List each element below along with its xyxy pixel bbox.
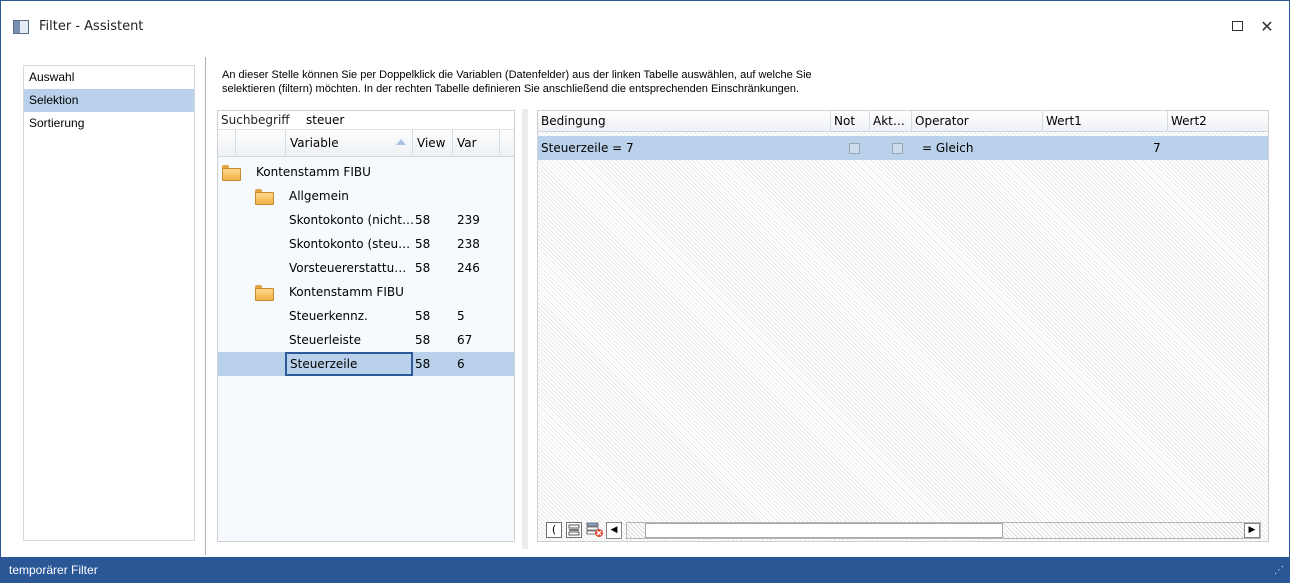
delete-row-icon — [586, 522, 603, 537]
variable-view: 58 — [415, 261, 431, 275]
variable-view: 58 — [415, 213, 431, 227]
sort-ascending-icon — [396, 139, 406, 145]
variable-view: 58 — [415, 309, 431, 323]
tree-row-label: Kontenstamm FIBU — [289, 285, 404, 299]
condition-panel: Bedingung Not Akt… Operator Wert1 Wert2 … — [537, 110, 1269, 542]
variable-name: Steuerzeile — [285, 352, 413, 376]
not-checkbox[interactable] — [849, 143, 860, 154]
variable-row-selected[interactable]: Steuerzeile 58 6 — [218, 352, 514, 376]
scroll-left-button[interactable]: ◀ — [606, 522, 622, 539]
scrollbar-thumb[interactable] — [645, 523, 1003, 538]
nav-item-sortierung[interactable]: Sortierung — [24, 112, 194, 135]
condition-wert1: 7 — [1153, 141, 1161, 155]
column-header-akt[interactable]: Akt… — [870, 111, 912, 132]
variable-row[interactable]: Skontokonto (steu… 58 238 — [218, 232, 514, 256]
variable-grid-header: Variable View Var — [218, 130, 514, 157]
column-header-not[interactable]: Not — [831, 111, 870, 132]
folder-icon — [255, 285, 274, 301]
parenthesis-button[interactable]: ( — [546, 522, 562, 538]
step-navigation: Auswahl Selektion Sortierung — [23, 65, 195, 541]
variable-var: 238 — [457, 237, 480, 251]
variable-name: Skontokonto (nicht… — [289, 213, 413, 227]
variable-panel: Suchbegriff Variable View Var Kontenstam… — [217, 110, 515, 542]
status-bar: temporärer Filter ⋰ — [1, 557, 1289, 583]
status-text: temporärer Filter — [9, 563, 98, 577]
group-button[interactable] — [566, 522, 582, 538]
maximize-button[interactable] — [1225, 15, 1249, 39]
column-header-variable-label: Variable — [290, 136, 339, 150]
search-label: Suchbegriff — [221, 113, 290, 127]
condition-grid-header: Bedingung Not Akt… Operator Wert1 Wert2 — [538, 111, 1268, 132]
folder-icon — [255, 189, 274, 205]
variable-view: 58 — [415, 357, 431, 371]
tree-row[interactable]: Kontenstamm FIBU — [218, 280, 514, 304]
column-header-view[interactable]: View — [413, 130, 453, 157]
tree-row[interactable]: Kontenstamm FIBU — [218, 160, 514, 184]
aktiv-checkbox[interactable] — [892, 143, 903, 154]
condition-toolbar: ( ◀ ▶ — [538, 517, 1268, 541]
column-header-variable[interactable]: Variable — [286, 130, 413, 157]
variable-var: 246 — [457, 261, 480, 275]
column-header-operator[interactable]: Operator — [912, 111, 1043, 132]
variable-var: 6 — [457, 357, 465, 371]
condition-bedingung: Steuerzeile = 7 — [541, 141, 634, 155]
variable-name: Skontokonto (steu… — [289, 237, 411, 251]
column-header-var[interactable]: Var — [453, 130, 500, 157]
variable-var: 5 — [457, 309, 465, 323]
resize-grip-icon[interactable]: ⋰ — [1274, 565, 1284, 576]
variable-name: Vorsteuererstattu… — [289, 261, 407, 275]
close-icon: ✕ — [1260, 17, 1274, 36]
delete-condition-button[interactable] — [586, 522, 603, 538]
variable-name: Steuerkennz. — [289, 309, 368, 323]
vertical-divider — [205, 57, 206, 555]
search-input[interactable] — [306, 112, 512, 128]
window-title: Filter - Assistent — [39, 19, 144, 34]
variable-row[interactable]: Steuerkennz. 58 5 — [218, 304, 514, 328]
nav-item-selektion[interactable]: Selektion — [24, 89, 194, 112]
maximize-icon — [1231, 20, 1243, 31]
variable-view: 58 — [415, 333, 431, 347]
condition-operator: = Gleich — [922, 141, 974, 155]
instruction-line-1: An dieser Stelle können Sie per Doppelkl… — [222, 69, 812, 81]
variable-row[interactable]: Steuerleiste 58 67 — [218, 328, 514, 352]
variable-name: Steuerleiste — [289, 333, 362, 347]
variable-row[interactable]: Vorsteuererstattu… 58 246 — [218, 256, 514, 280]
column-header-wert1[interactable]: Wert1 — [1043, 111, 1168, 132]
variable-view: 58 — [415, 237, 431, 251]
app-window-icon — [13, 20, 29, 34]
tree-row-label: Allgemein — [289, 189, 349, 203]
group-icon — [568, 524, 580, 536]
nav-item-auswahl[interactable]: Auswahl — [24, 66, 194, 89]
header-tree-cell — [236, 130, 286, 157]
search-row: Suchbegriff — [218, 111, 514, 130]
tree-row[interactable]: Allgemein — [218, 184, 514, 208]
folder-icon — [222, 165, 241, 181]
close-button[interactable]: ✕ — [1255, 15, 1279, 39]
condition-row[interactable]: Steuerzeile = 7 = Gleich 7 — [538, 136, 1268, 160]
column-header-bedingung[interactable]: Bedingung — [538, 111, 831, 132]
horizontal-scrollbar[interactable]: ▶ — [626, 522, 1261, 539]
column-header-wert2[interactable]: Wert2 — [1168, 111, 1268, 132]
variable-var: 239 — [457, 213, 480, 227]
instruction-text: An dieser Stelle können Sie per Doppelkl… — [222, 68, 1262, 96]
title-bar: Filter - Assistent ✕ — [1, 1, 1289, 53]
header-indicator-cell — [218, 130, 236, 157]
panel-splitter[interactable] — [522, 109, 528, 549]
variable-var: 67 — [457, 333, 473, 347]
instruction-line-2: selektieren (filtern) möchten. In der re… — [222, 83, 800, 95]
scroll-right-button[interactable]: ▶ — [1244, 523, 1260, 538]
tree-row-label: Kontenstamm FIBU — [256, 165, 371, 179]
filter-assistant-window: Filter - Assistent ✕ Auswahl Selektion S… — [0, 0, 1290, 583]
variable-row[interactable]: Skontokonto (nicht… 58 239 — [218, 208, 514, 232]
